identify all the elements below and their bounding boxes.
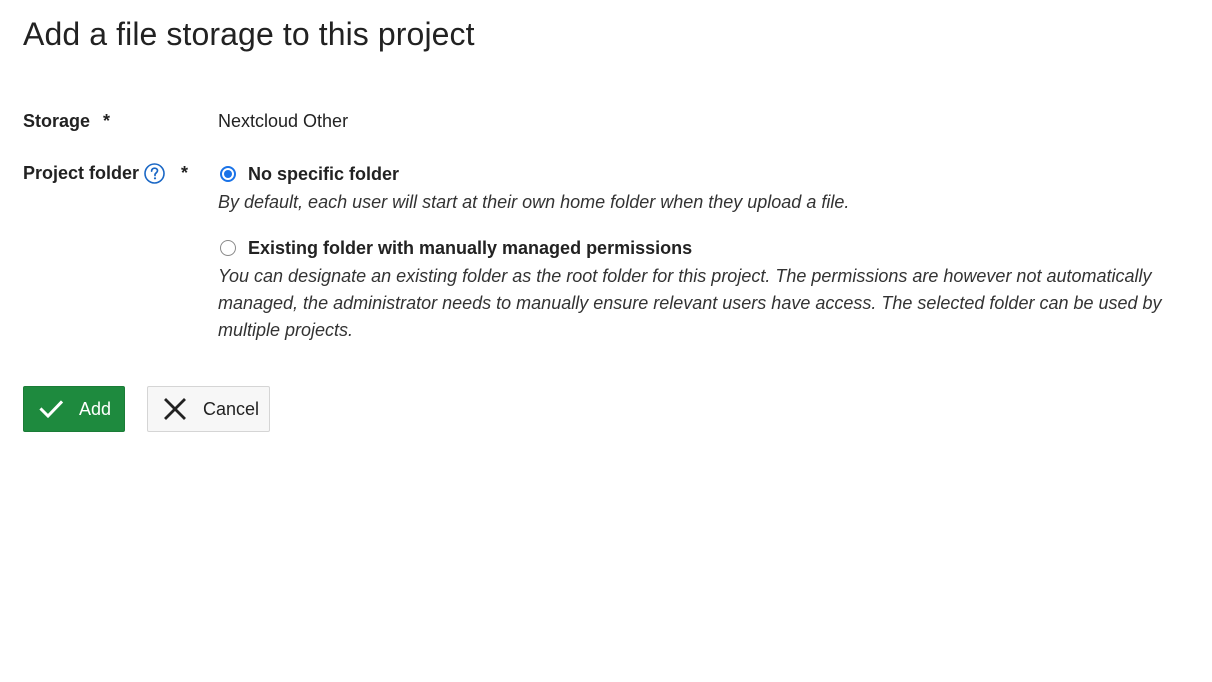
project-folder-label: Project folder [23, 163, 140, 183]
add-button[interactable]: Add [23, 386, 125, 432]
option-head: Existing folder with manually managed pe… [218, 234, 1193, 262]
radio-no-specific-folder[interactable] [220, 166, 236, 182]
question-circle-icon[interactable] [144, 162, 165, 184]
option-description: By default, each user will start at thei… [218, 192, 850, 212]
project-folder-required-mark: * [181, 163, 189, 183]
option-label[interactable]: No specific folder [248, 161, 399, 187]
close-icon [162, 396, 188, 422]
option-no-specific-folder: No specific folder By default, each user… [218, 160, 1193, 216]
cancel-button[interactable]: Cancel [147, 386, 270, 432]
radio-existing-folder[interactable] [220, 240, 236, 256]
storage-label: Storage [23, 111, 91, 131]
storage-value: Nextcloud Other [218, 111, 349, 131]
page-title: Add a file storage to this project [23, 16, 475, 52]
project-folder-label-group: Project folder * [23, 160, 188, 186]
form-actions: Add Cancel [23, 386, 270, 432]
option-label[interactable]: Existing folder with manually managed pe… [248, 235, 692, 261]
checkmark-icon [38, 396, 64, 422]
option-existing-folder: Existing folder with manually managed pe… [218, 234, 1193, 344]
page: Add a file storage to this project Stora… [0, 0, 1212, 682]
option-description: You can designate an existing folder as … [218, 266, 1162, 340]
cancel-button-label: Cancel [203, 398, 260, 419]
storage-label-group: Storage * [23, 108, 110, 134]
storage-required-mark: * [103, 111, 111, 131]
option-head: No specific folder [218, 160, 1193, 188]
radio-dot [224, 170, 232, 178]
add-button-label: Add [79, 398, 112, 419]
project-folder-options: No specific folder By default, each user… [218, 160, 1193, 361]
